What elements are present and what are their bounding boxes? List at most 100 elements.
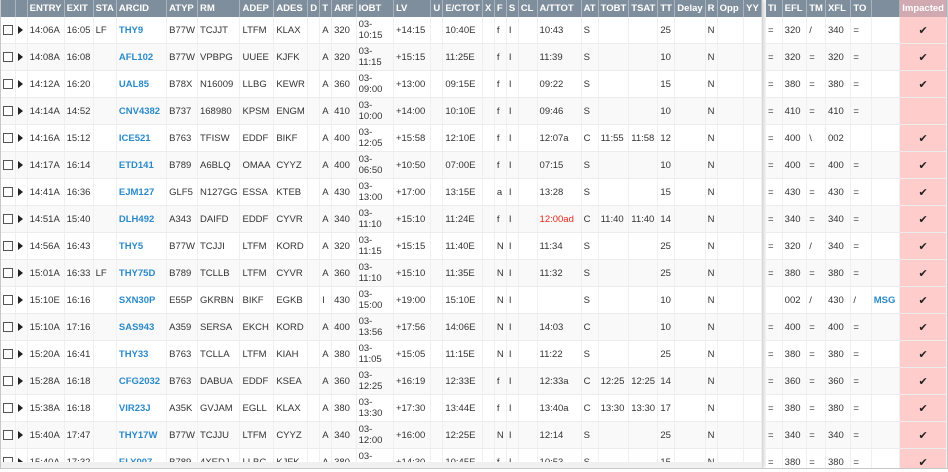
column-header-tt[interactable]: TT (657, 0, 676, 17)
expand-row-icon[interactable] (18, 268, 23, 277)
cell-msg[interactable] (871, 151, 901, 179)
column-header-cl[interactable]: CL (518, 0, 538, 17)
row-checkbox[interactable] (3, 240, 13, 251)
table-row[interactable]: 14:08A 16:08 AFL102 B77W VPBPG UUEE KJFK A 320 03… (1, 43, 762, 71)
table-row[interactable]: 14:56A 16:43 THY5 B77W TCJJI LTFM KORD A 320 03-1… (1, 232, 762, 260)
side-table-row[interactable]: = 380 = 380 = ✔ (766, 70, 947, 98)
column-header-a-ttot[interactable]: A/TTOT (537, 0, 582, 17)
cell-arcid[interactable]: THY75D (116, 259, 168, 287)
row-checkbox[interactable] (3, 159, 13, 170)
row-checkbox[interactable] (3, 429, 13, 440)
column-header-tobt[interactable]: TOBT (598, 0, 630, 17)
expand-row-icon[interactable] (18, 133, 23, 142)
cell-msg[interactable] (871, 421, 901, 449)
table-row[interactable]: 15:28A 16:18 CFG2032 B763 DABUA EDDF KSEA A 360 0… (1, 367, 762, 395)
cell-arcid[interactable]: DLH492 (116, 205, 168, 233)
side-table-row[interactable]: = 380 = 380 = ✔ (766, 448, 947, 468)
column-header-blank-0[interactable] (1, 0, 16, 17)
column-header-sta[interactable]: STA (93, 0, 117, 17)
cell-arcid[interactable]: THY17W (116, 421, 168, 449)
cell-msg[interactable]: MSG (871, 286, 901, 314)
column-header-t[interactable]: T (319, 0, 333, 17)
expand-row-icon[interactable] (18, 376, 23, 385)
column-header-impacted[interactable]: Impacted (899, 0, 947, 17)
cell-arcid[interactable]: ICE521 (116, 124, 168, 152)
table-row[interactable]: 15:40A 17:47 THY17W B77W TCJJU LTFM CYYZ A 340 03… (1, 421, 762, 449)
table-row[interactable]: 14:41A 16:36 EJM127 GLF5 N127GG ESSA KTEB A 430 0… (1, 178, 762, 206)
column-header-atyp[interactable]: ATYP (166, 0, 198, 17)
row-checkbox[interactable] (3, 348, 13, 359)
cell-msg[interactable] (871, 124, 901, 152)
cell-arcid[interactable]: THY5 (116, 232, 168, 260)
column-header-efl[interactable]: EFL (782, 0, 808, 17)
cell-arcid[interactable]: ETD141 (116, 151, 168, 179)
column-header-rm[interactable]: RM (197, 0, 241, 17)
side-table-row[interactable]: = 320/340 = ✔ (766, 232, 947, 260)
table-row[interactable]: 14:16A 15:12 ICE521 B763 TFISW EDDF BIKF A 400 03… (1, 124, 762, 152)
table-row[interactable]: 15:20A 16:41 THY33 B763 TCLLA LTFM KIAH A 380 03-… (1, 340, 762, 368)
cell-msg[interactable] (871, 367, 901, 395)
side-table-row[interactable]: = 340 = 340 = ✔ (766, 205, 947, 233)
expand-row-icon[interactable] (18, 25, 23, 34)
expand-row-icon[interactable] (18, 241, 23, 250)
column-header-arcid[interactable]: ARCID (116, 0, 168, 17)
table-row[interactable]: 15:10A 17:16 SAS943 A359 SERSA EKCH KORD A 400 03… (1, 313, 762, 341)
expand-row-icon[interactable] (18, 322, 23, 331)
row-checkbox[interactable] (3, 51, 13, 62)
table-row[interactable]: 14:14A 14:52 CNV4382 B737 168980 KPSM ENGM A 410… (1, 97, 762, 125)
cell-arcid[interactable]: AFL102 (116, 43, 168, 71)
table-row[interactable]: 14:06A 16:05 LF THY9 B77W TCJJT LTFM KLAX A 320 03… (1, 17, 762, 44)
column-header-s[interactable]: S (506, 0, 519, 17)
column-header-d[interactable]: D (307, 0, 321, 17)
expand-row-icon[interactable] (18, 214, 23, 223)
column-header-blank-1[interactable] (15, 0, 28, 17)
cell-arcid[interactable]: VIR23J (116, 394, 168, 422)
table-row[interactable]: 15:01A 16:33 LF THY75D B789 TCLLB LTFM CYVR A 360… (1, 259, 762, 287)
column-header-exit[interactable]: EXIT (64, 0, 94, 17)
column-header-ti[interactable]: TI (766, 0, 783, 17)
cell-msg[interactable] (871, 394, 901, 422)
column-header-f[interactable]: F (494, 0, 507, 17)
side-table-row[interactable]: = 400 = 400 = ✔ (766, 151, 947, 179)
row-checkbox[interactable] (3, 78, 13, 89)
column-header-to[interactable]: TO (850, 0, 872, 17)
column-header-iobt[interactable]: IOBT (356, 0, 394, 17)
column-header-delay[interactable]: Delay (674, 0, 706, 17)
cell-msg[interactable] (871, 17, 901, 44)
cell-msg[interactable] (871, 232, 901, 260)
cell-msg[interactable] (871, 70, 901, 98)
expand-row-icon[interactable] (18, 52, 23, 61)
column-header-yy[interactable]: YY (743, 0, 762, 17)
row-checkbox[interactable] (3, 402, 13, 413)
table-row[interactable]: 15:10E 16:16 SXN30P E55P GKRBN BIKF EGKB I 430 03… (1, 286, 762, 314)
column-header-tm[interactable]: TM (806, 0, 826, 17)
column-header-ades[interactable]: ADES (273, 0, 309, 17)
side-table-row[interactable]: = 400 = 400 = ✔ (766, 313, 947, 341)
cell-arcid[interactable]: SXN30P (116, 286, 168, 314)
cell-msg[interactable] (871, 259, 901, 287)
row-checkbox[interactable] (3, 105, 13, 116)
expand-row-icon[interactable] (18, 187, 23, 196)
column-header-opp[interactable]: Opp (717, 0, 745, 17)
table-row[interactable]: 15:38A 16:18 VIR23J A35K GVJAM EGLL KLAX A 380 03… (1, 394, 762, 422)
column-header-lv[interactable]: LV (393, 0, 432, 17)
cell-arcid[interactable]: SAS943 (116, 313, 168, 341)
cell-msg[interactable] (871, 178, 901, 206)
column-header-blank-5[interactable] (871, 0, 901, 17)
row-checkbox[interactable] (3, 321, 13, 332)
cell-arcid[interactable]: CNV4382 (116, 97, 168, 125)
row-checkbox[interactable] (3, 186, 13, 197)
cell-msg[interactable] (871, 43, 901, 71)
side-table-row[interactable]: = 380 = 380 = ✔ (766, 259, 947, 287)
expand-row-icon[interactable] (18, 79, 23, 88)
row-checkbox[interactable] (3, 375, 13, 386)
expand-row-icon[interactable] (18, 349, 23, 358)
side-table-row[interactable]: = 320 = 320 = ✔ (766, 43, 947, 71)
row-checkbox[interactable] (3, 24, 13, 35)
expand-row-icon[interactable] (18, 403, 23, 412)
table-row[interactable]: 14:12A 16:20 UAL85 B78X N16009 LLBG KEWR A 360 03… (1, 70, 762, 98)
side-table-row[interactable]: = 380 = 380 = ✔ (766, 394, 947, 422)
column-header-e-ctot[interactable]: E/CTOT (442, 0, 483, 17)
cell-arcid[interactable]: THY33 (116, 340, 168, 368)
row-checkbox[interactable] (3, 267, 13, 278)
